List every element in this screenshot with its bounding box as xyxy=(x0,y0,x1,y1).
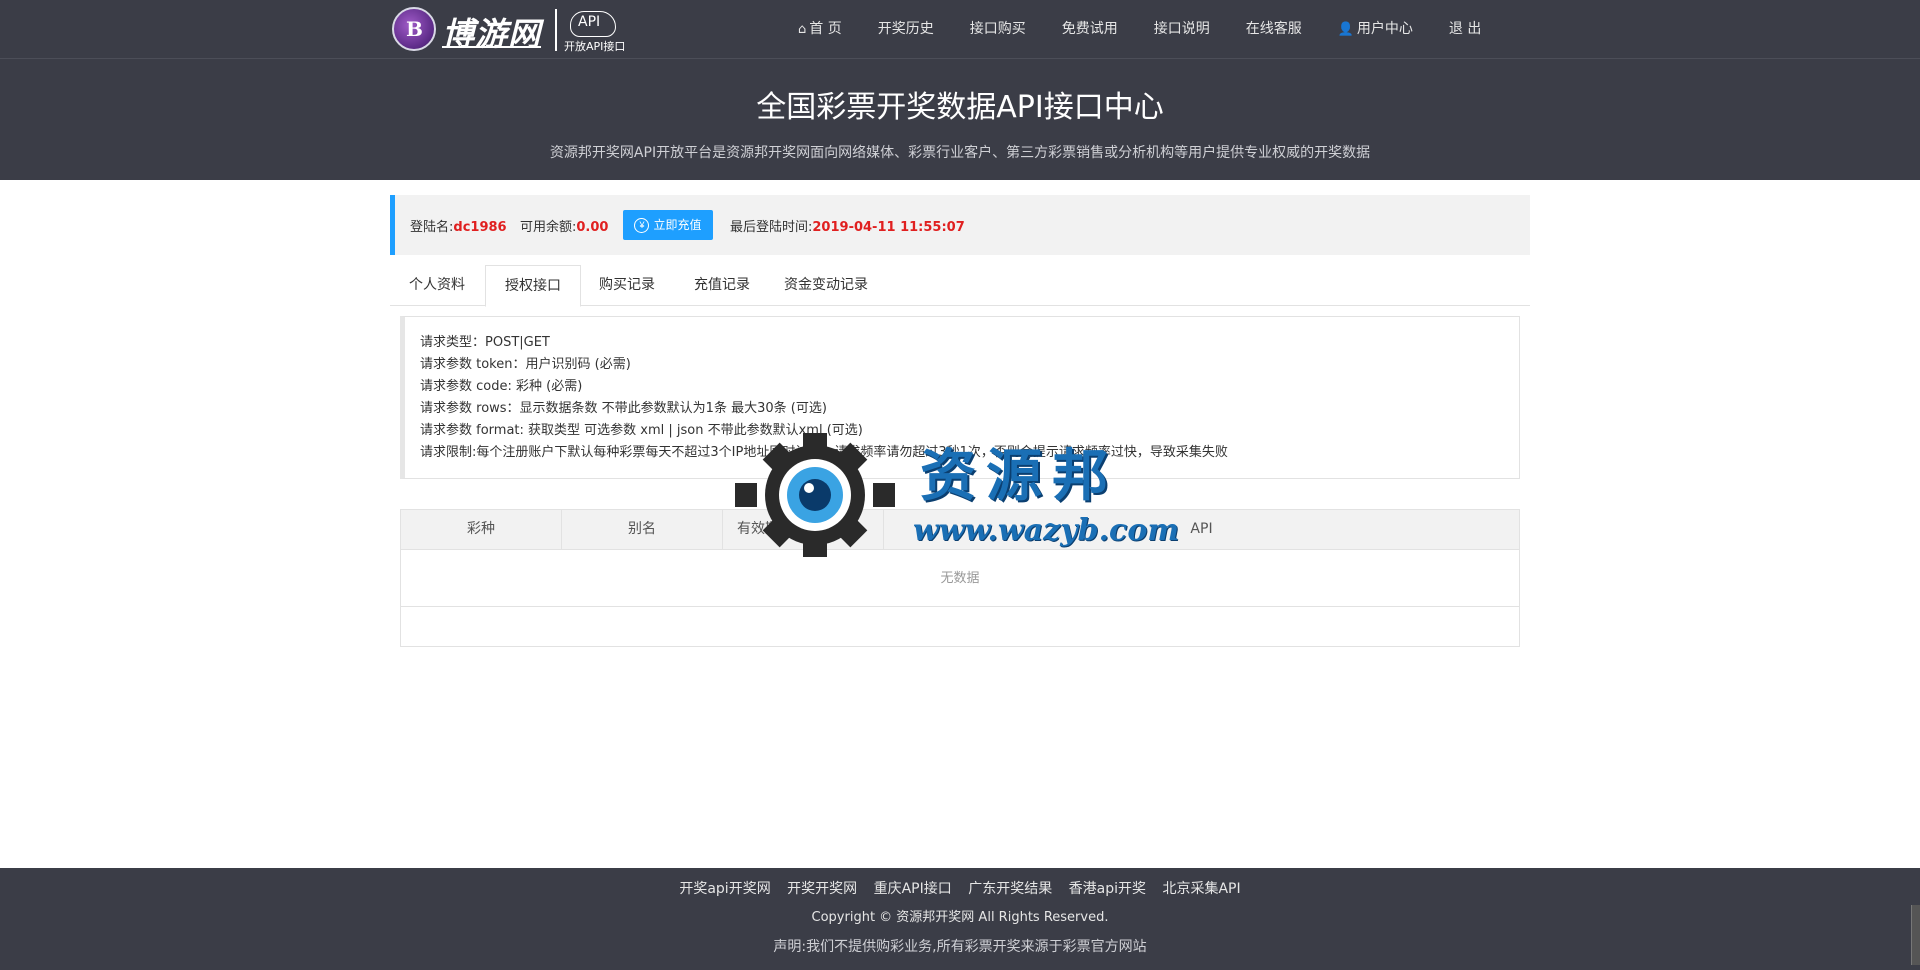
watermark-text: 资源邦 xyxy=(920,443,1118,509)
main-menu: ⌂ 首 页 开奖历史 接口购买 免费试用 接口说明 在线客服 👤 用户中心 退 出 xyxy=(780,0,1499,59)
site-logo[interactable]: B 博游网 API 开放API接口 xyxy=(392,5,637,55)
watermark-url: www.wazyb.com xyxy=(913,513,1180,548)
logo-subtitle: 开放API接口 xyxy=(564,40,626,53)
copyright: Copyright © 资源邦开奖网 All Rights Reserved. xyxy=(811,910,1109,925)
logo-badge-icon: B xyxy=(392,7,436,51)
user-info-bar: 登陆名:dc1986 可用余额:0.00 ¥ 立即充值 最后登陆时间:2019-0… xyxy=(390,195,1530,255)
menu-home[interactable]: ⌂ 首 页 xyxy=(780,0,860,59)
logo-divider xyxy=(555,9,557,51)
site-footer: 开奖api开奖网 开奖开奖网 重庆API接口 广东开奖结果 香港api开奖 北京… xyxy=(0,868,1920,970)
cloud-icon: API xyxy=(570,11,616,37)
account-tabs: 个人资料 授权接口 购买记录 充值记录 资金变动记录 xyxy=(390,265,1530,307)
home-icon: ⌂ xyxy=(798,22,807,37)
watermark: 资源邦 www.wazyb.com xyxy=(735,425,1195,565)
footer-link[interactable]: 北京采集API xyxy=(1162,881,1240,897)
table-footer-row xyxy=(401,607,1519,646)
page-subtitle: 资源邦开奖网API开放平台是资源邦开奖网面向网络媒体、彩票行业客户、第三方彩票销… xyxy=(549,145,1371,161)
column-header-alias: 别名 xyxy=(562,510,723,549)
disclaimer: 声明:我们不提供购彩业务,所有彩票开奖来源于彩票官方网站 xyxy=(773,939,1147,955)
tab-fund-changes[interactable]: 资金变动记录 xyxy=(765,265,887,306)
footer-link[interactable]: 香港api开奖 xyxy=(1069,881,1146,897)
recharge-button[interactable]: ¥ 立即充值 xyxy=(623,210,713,240)
footer-link[interactable]: 开奖api开奖网 xyxy=(679,881,770,897)
menu-user-center[interactable]: 👤 用户中心 xyxy=(1320,0,1431,59)
user-icon: 👤 xyxy=(1337,22,1354,37)
page-title: 全国彩票开奖数据API接口中心 xyxy=(756,90,1164,125)
footer-link[interactable]: 广东开奖结果 xyxy=(968,881,1052,897)
menu-draw-history[interactable]: 开奖历史 xyxy=(860,0,952,59)
menu-free-trial[interactable]: 免费试用 xyxy=(1044,0,1136,59)
tab-purchase-records[interactable]: 购买记录 xyxy=(580,265,674,306)
menu-logout[interactable]: 退 出 xyxy=(1431,0,1499,59)
footer-link[interactable]: 重庆API接口 xyxy=(874,881,952,897)
logo-name: 博游网 xyxy=(442,15,542,53)
yen-coin-icon: ¥ xyxy=(634,218,650,234)
top-nav: B 博游网 API 开放API接口 ⌂ 首 页 开奖历史 接口购买 免费试用 接口… xyxy=(0,0,1920,59)
last-login-time: 最后登陆时间:2019-04-11 11:55:07 xyxy=(730,220,965,235)
login-name: 登陆名:dc1986 xyxy=(410,220,507,235)
tab-authorized-api[interactable]: 授权接口 xyxy=(485,265,581,307)
tab-profile[interactable]: 个人资料 xyxy=(390,265,484,306)
side-scrollbar[interactable] xyxy=(1911,905,1920,965)
info-line: 请求参数 rows：显示数据条数 不带此参数默认为1条 最大30条 (可选) xyxy=(420,401,827,416)
tab-recharge-records[interactable]: 充值记录 xyxy=(675,265,769,306)
footer-links: 开奖api开奖网 开奖开奖网 重庆API接口 广东开奖结果 香港api开奖 北京… xyxy=(0,878,1920,898)
info-line: 请求类型：POST|GET xyxy=(420,335,550,350)
info-line: 请求参数 token：用户识别码 (必需) xyxy=(420,357,631,372)
info-line: 请求参数 code: 彩种 (必需) xyxy=(420,379,583,394)
footer-link[interactable]: 开奖开奖网 xyxy=(787,881,857,897)
menu-api-docs[interactable]: 接口说明 xyxy=(1136,0,1228,59)
balance: 可用余额:0.00 xyxy=(520,220,609,235)
site-header: B 博游网 API 开放API接口 ⌂ 首 页 开奖历史 接口购买 免费试用 接口… xyxy=(0,0,1920,180)
gear-eye-icon xyxy=(735,433,895,557)
menu-online-support[interactable]: 在线客服 xyxy=(1228,0,1320,59)
column-header-lottery: 彩种 xyxy=(401,510,562,549)
menu-api-purchase[interactable]: 接口购买 xyxy=(952,0,1044,59)
